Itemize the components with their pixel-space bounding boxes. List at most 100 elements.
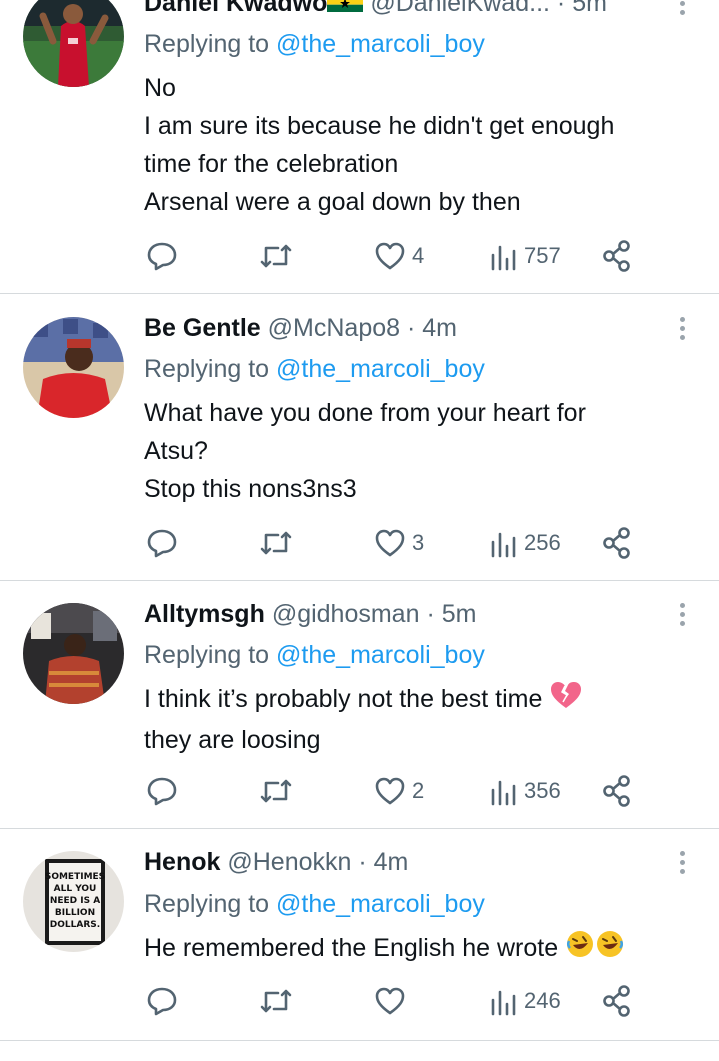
reply-icon bbox=[147, 529, 177, 558]
share-button[interactable] bbox=[602, 236, 632, 276]
heart-icon bbox=[375, 242, 405, 270]
tweet-header: Alltymsgh @gidhosman · 5m bbox=[144, 597, 639, 631]
tweet-text-line: He remembered the English he wrote bbox=[144, 934, 559, 963]
avatar-image: SOMETIMES ALL YOU NEED IS A BILLION DOLL… bbox=[23, 851, 124, 952]
share-button[interactable] bbox=[602, 981, 632, 1021]
tweet-header: Daniel Kwadwo @DanielKwad... · 5m bbox=[144, 0, 639, 20]
like-count: 3 bbox=[412, 530, 425, 555]
timestamp[interactable]: 4m bbox=[374, 848, 409, 876]
retweet-icon bbox=[260, 989, 292, 1013]
replying-to-label: Replying to bbox=[144, 30, 270, 58]
avatar[interactable] bbox=[23, 317, 124, 418]
display-name[interactable]: Daniel Kwadwo bbox=[144, 0, 327, 17]
share-icon bbox=[603, 240, 630, 272]
like-count: 2 bbox=[412, 778, 425, 803]
retweet-button[interactable] bbox=[258, 523, 294, 563]
display-name[interactable]: Henok bbox=[144, 848, 220, 876]
replying-to-label: Replying to bbox=[144, 890, 270, 918]
view-count: 246 bbox=[524, 988, 561, 1013]
avatar[interactable] bbox=[23, 603, 124, 704]
user-handle[interactable]: @gidhosman bbox=[272, 600, 420, 628]
avatar-image bbox=[23, 603, 124, 704]
mention-link[interactable]: @the_marcoli_boy bbox=[276, 30, 485, 58]
reply-icon bbox=[147, 242, 177, 271]
reply-button[interactable] bbox=[146, 523, 178, 563]
tweet-text-line: time for the celebration bbox=[144, 150, 399, 178]
tweet-actions: 246 bbox=[0, 981, 719, 1021]
avatar[interactable]: SOMETIMES ALL YOU NEED IS A BILLION DOLL… bbox=[23, 851, 124, 952]
tweet-separator bbox=[0, 1040, 719, 1041]
more-options-icon[interactable] bbox=[672, 597, 692, 631]
user-handle[interactable]: @Henokkn bbox=[227, 848, 351, 876]
avatar-image bbox=[23, 0, 124, 87]
tweet-text-line: No bbox=[144, 74, 176, 102]
views-button[interactable]: 356 bbox=[490, 771, 561, 811]
retweet-button[interactable] bbox=[258, 771, 294, 811]
avatar[interactable] bbox=[23, 0, 124, 87]
tweet-text-line: Arsenal were a goal down by then bbox=[144, 188, 521, 216]
tweet-text: I think it’s probably not the best time … bbox=[144, 680, 689, 759]
timestamp[interactable]: 5m bbox=[572, 0, 607, 17]
like-count: 4 bbox=[412, 243, 425, 268]
separator-dot: · bbox=[358, 848, 367, 876]
heart-icon bbox=[375, 529, 405, 557]
mention-link[interactable]: @the_marcoli_boy bbox=[276, 641, 485, 669]
tweet-text: No I am sure its because he didn't get e… bbox=[144, 69, 689, 221]
like-button[interactable]: 3 bbox=[374, 523, 424, 563]
replying-to-label: Replying to bbox=[144, 355, 270, 383]
user-handle[interactable]: @McNapo8 bbox=[268, 314, 400, 342]
reply-button[interactable] bbox=[146, 771, 178, 811]
rolling-laughing-emoji-icon bbox=[595, 929, 625, 970]
ghana-flag-icon bbox=[327, 0, 364, 20]
mention-link[interactable]: @the_marcoli_boy bbox=[276, 890, 485, 918]
more-options-icon[interactable] bbox=[672, 845, 692, 879]
tweet-text-line: they are loosing bbox=[144, 726, 321, 754]
retweet-button[interactable] bbox=[258, 981, 294, 1021]
share-icon bbox=[603, 775, 630, 807]
like-button[interactable] bbox=[374, 981, 412, 1021]
tweet-text-line: Atsu? bbox=[144, 437, 208, 465]
reply-button[interactable] bbox=[146, 236, 178, 276]
tweet-text-line: Stop this nons3ns3 bbox=[144, 475, 357, 503]
tweet-text: What have you done from your heart for A… bbox=[144, 394, 689, 508]
more-options-icon[interactable] bbox=[672, 0, 692, 20]
views-button[interactable]: 246 bbox=[490, 981, 561, 1021]
retweet-button[interactable] bbox=[258, 236, 294, 276]
display-name[interactable]: Alltymsgh bbox=[144, 600, 265, 628]
reply-button[interactable] bbox=[146, 981, 178, 1021]
view-count: 757 bbox=[524, 243, 561, 268]
retweet-icon bbox=[260, 244, 292, 268]
poster-text: BILLION bbox=[55, 908, 95, 918]
like-button[interactable]: 4 bbox=[374, 236, 424, 276]
view-count: 256 bbox=[524, 530, 561, 555]
timestamp[interactable]: 4m bbox=[422, 314, 457, 342]
tweet-actions: 3 256 bbox=[0, 523, 719, 563]
views-button[interactable]: 256 bbox=[490, 523, 561, 563]
poster-text: NEED IS A bbox=[50, 896, 100, 906]
share-button[interactable] bbox=[602, 523, 632, 563]
share-button[interactable] bbox=[602, 771, 632, 811]
retweet-icon bbox=[260, 531, 292, 555]
tweet-header: Henok @Henokkn · 4m bbox=[144, 845, 639, 879]
poster-text: ALL YOU bbox=[54, 884, 97, 894]
replying-to-label: Replying to bbox=[144, 641, 270, 669]
replying-to: Replying to @the_marcoli_boy bbox=[144, 352, 485, 386]
tweet-text-line: I am sure its because he didn't get enou… bbox=[144, 112, 615, 140]
user-handle[interactable]: @DanielKwad... bbox=[370, 0, 550, 17]
avatar-image bbox=[23, 317, 124, 418]
views-icon bbox=[491, 245, 516, 271]
timestamp[interactable]: 5m bbox=[442, 600, 477, 628]
tweet-text-line: What have you done from your heart for bbox=[144, 399, 586, 427]
views-button[interactable]: 757 bbox=[490, 236, 561, 276]
mention-link[interactable]: @the_marcoli_boy bbox=[276, 355, 485, 383]
tweet-text-line: I think it’s probably not the best time bbox=[144, 685, 543, 714]
display-name[interactable]: Be Gentle bbox=[144, 314, 261, 342]
like-button[interactable]: 2 bbox=[374, 771, 424, 811]
replying-to: Replying to @the_marcoli_boy bbox=[144, 638, 485, 672]
views-icon bbox=[491, 990, 516, 1016]
view-count: 356 bbox=[524, 778, 561, 803]
more-options-icon[interactable] bbox=[672, 311, 692, 345]
rolling-laughing-emoji-icon bbox=[565, 929, 595, 970]
replying-to: Replying to @the_marcoli_boy bbox=[144, 887, 485, 921]
separator-dot: · bbox=[556, 0, 566, 17]
